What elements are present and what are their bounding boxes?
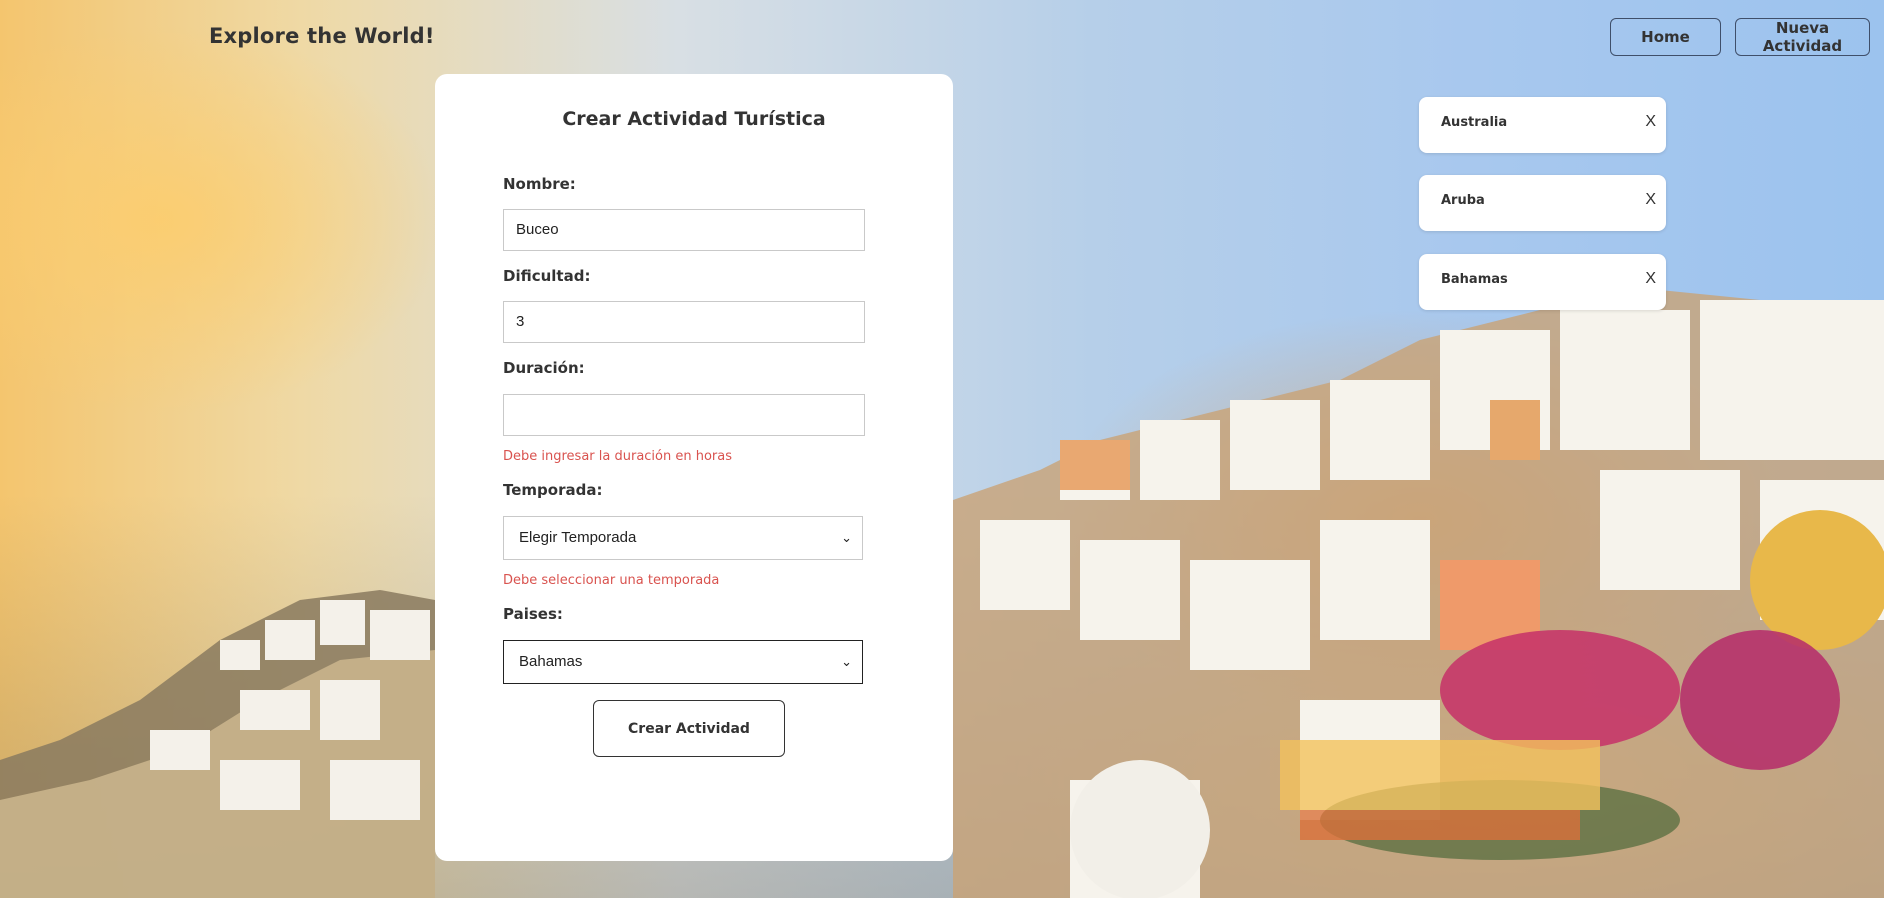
remove-country-button[interactable]: X [1645,113,1656,131]
nombre-label: Nombre: [503,175,576,193]
country-chip-name: Australia [1441,115,1508,130]
remove-country-button[interactable]: X [1645,191,1656,209]
country-chip-bahamas: Bahamas X [1419,254,1666,310]
temporada-error: Debe seleccionar una temporada [503,573,720,588]
nav-home-button[interactable]: Home [1610,18,1721,56]
nombre-input[interactable]: Buceo [503,209,865,251]
country-chip-name: Aruba [1441,193,1485,208]
paises-select[interactable]: Bahamas ⌄ [503,640,863,684]
temporada-selected-value: Elegir Temporada [519,529,637,546]
duracion-label: Duración: [503,359,585,377]
crear-actividad-button[interactable]: Crear Actividad [593,700,785,757]
temporada-select[interactable]: Elegir Temporada ⌄ [503,516,863,560]
country-chip-australia: Australia X [1419,97,1666,153]
brand-title: Explore the World! [209,24,435,48]
dificultad-label: Dificultad: [503,267,591,285]
duracion-input[interactable] [503,394,865,436]
activity-form-card: Crear Actividad Turística Nombre: Buceo … [435,74,953,861]
chevron-down-icon: ⌄ [841,530,852,545]
country-chip-name: Bahamas [1441,272,1508,287]
nav-nueva-actividad-button[interactable]: Nueva Actividad [1735,18,1870,56]
dificultad-input[interactable]: 3 [503,301,865,343]
remove-country-button[interactable]: X [1645,270,1656,288]
country-chip-aruba: Aruba X [1419,175,1666,231]
paises-label: Paises: [503,605,563,623]
temporada-label: Temporada: [503,481,603,499]
chevron-down-icon: ⌄ [841,654,852,669]
form-title: Crear Actividad Turística [562,108,826,130]
paises-selected-value: Bahamas [519,653,583,670]
duracion-error: Debe ingresar la duración en horas [503,449,733,464]
